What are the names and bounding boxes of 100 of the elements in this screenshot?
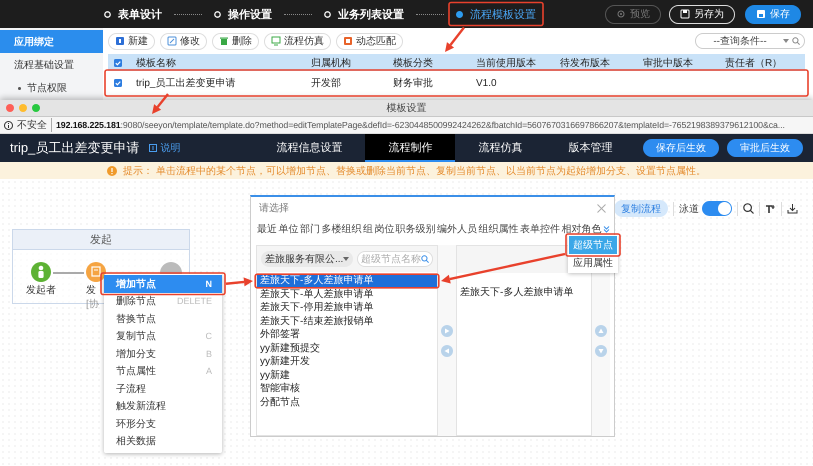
dialog-tab[interactable]: 组 [362, 222, 373, 236]
tab[interactable]: 流程制作 [365, 134, 456, 162]
circle-icon [104, 10, 111, 18]
checkbox[interactable] [114, 79, 122, 87]
annotation-arrow [152, 93, 169, 114]
document-icon [115, 36, 125, 46]
monitor-icon [271, 36, 281, 46]
menu-item[interactable]: 节点属性 A [104, 362, 222, 380]
toolbar-button[interactable]: 新建 [108, 32, 155, 50]
list-item[interactable]: 智能审核 [257, 383, 303, 395]
node-label: 发 [86, 284, 96, 297]
table-cell-text: 开发部 [310, 76, 342, 90]
query-dropdown[interactable]: --查询条件-- [695, 33, 805, 49]
step-tab[interactable]: 流程模板设置 [452, 4, 540, 24]
maximize-button[interactable] [32, 104, 40, 112]
dialog-tab[interactable]: 表单控件 [520, 222, 560, 236]
toolbar-button[interactable]: 删除 [212, 32, 259, 50]
dialog-tab[interactable]: 岗位 [374, 222, 394, 236]
checkbox[interactable] [114, 58, 122, 66]
menu-item[interactable]: 复制节点 C [104, 328, 222, 345]
dialog-tab[interactable]: 编外人员 [437, 222, 478, 236]
close-button[interactable] [6, 104, 14, 112]
sidebar-item[interactable]: 节点权限 [0, 76, 103, 100]
download-icon[interactable] [787, 203, 798, 214]
swimlane-toggle[interactable] [702, 201, 732, 216]
menu-item[interactable]: 子流程 [104, 380, 222, 398]
help-icon [149, 144, 158, 152]
menu-item[interactable]: 环形分支 [104, 415, 222, 432]
table-cell-text: 财务审批 [392, 76, 434, 90]
list-item[interactable]: 差旅天下-停用差旅申请单 [257, 302, 376, 314]
table-cell-text: V1.0 [475, 78, 498, 88]
menu-item[interactable]: 增加分支 B [104, 345, 222, 362]
column-header: 责任者（R） [724, 56, 784, 70]
list-item: 差旅天下-多人差旅申请单 [459, 287, 574, 299]
step-tab[interactable]: 表单设计 [100, 4, 166, 24]
lane-title: 发起 [13, 230, 189, 250]
sidebar-item[interactable]: 流程基础设置 [0, 53, 103, 77]
toolbar-button[interactable]: 流程仿真 [264, 32, 331, 50]
warning-icon [107, 166, 118, 176]
swimlane-label: 泳道 [679, 202, 699, 216]
menu-item[interactable]: 触发新流程 [104, 398, 222, 415]
save-icon [756, 9, 766, 19]
pencil-icon [167, 36, 177, 46]
step-tab[interactable]: 操作设置 [210, 4, 276, 24]
caret-icon [343, 257, 350, 261]
chevron-icon[interactable] [602, 226, 610, 232]
dialog-tab[interactable]: 最近 [257, 222, 277, 236]
info-icon [4, 120, 13, 130]
trash-icon [219, 36, 229, 46]
save-icon [680, 9, 690, 19]
security-label: 不安全 [17, 118, 52, 132]
step-tab[interactable]: 业务列表设置 [320, 4, 408, 24]
toolbar-button[interactable]: 修改 [160, 32, 207, 50]
dialog-tab[interactable]: 部门 [300, 222, 320, 236]
tab[interactable]: 流程信息设置 [253, 134, 366, 162]
circle-icon [214, 10, 221, 18]
dialog-tab[interactable]: 组织属性 [478, 222, 519, 236]
hint-text: 提示： 单击流程中的某个节点，可以增加节点、替换或删除当前节点、复制当前节点、以当前节点为起始增加分支、设置节点属性。 [123, 164, 706, 178]
list-item[interactable]: yy新建 [257, 370, 293, 382]
search-field[interactable]: 超级节点名称 [357, 251, 433, 267]
eye-icon [616, 9, 626, 19]
list-item[interactable]: 外部签署 [257, 329, 303, 341]
window-title: 模板设置 [386, 102, 426, 115]
list-item[interactable]: 差旅天下-结束差旅报销单 [257, 316, 376, 328]
menu-item[interactable]: 删除节点 DELETE [104, 292, 222, 310]
dialog-tab[interactable]: 单位 [278, 222, 298, 236]
column-header: 当前使用版本 [475, 56, 537, 70]
search-icon [792, 37, 800, 45]
search-icon [421, 255, 429, 263]
list-item[interactable]: yy新建开发 [257, 356, 313, 368]
text-format-icon[interactable] [765, 204, 776, 214]
node-sublabel: [协 [86, 298, 99, 311]
org-dropdown[interactable]: 差旅服务有限公... [261, 251, 353, 267]
list-item[interactable]: 差旅天下-单人差旅申请单 [257, 288, 376, 300]
help-link[interactable]: 说明 [149, 141, 180, 155]
list-item[interactable]: 差旅天下-多人差旅申请单 [257, 275, 437, 287]
menu-item[interactable]: 替换节点 [104, 310, 222, 328]
page-title: trip_员工出差变更申请 [10, 139, 140, 157]
column-header: 模板分类 [392, 56, 434, 70]
dialog-tab[interactable]: 职务级别 [396, 222, 436, 236]
toolbar-button[interactable]: 动态匹配 [336, 32, 403, 50]
tab[interactable]: 版本管理 [545, 134, 636, 162]
table-cell-text: trip_员工出差变更申请 [135, 76, 236, 90]
caret-icon [783, 39, 789, 43]
column-header: 审批中版本 [642, 56, 694, 70]
menu-item[interactable]: 相关数据 [104, 432, 222, 450]
toolbar-button[interactable]: 保存 [745, 4, 801, 24]
list-item[interactable]: yy新建预提交 [257, 342, 323, 354]
list-item[interactable]: 分配节点 [257, 396, 303, 408]
minimize-button[interactable] [19, 104, 27, 112]
address-field[interactable]: 192.168.225.181:9080/seeyon/template/template.do?method=editTemplatePage&defId=-6230448500992424262&fbatchId=5607670316697866207&templateId=-7652198389379612100&ca... [56, 120, 785, 130]
column-header: 待发布版本 [559, 56, 611, 70]
tab[interactable]: 流程仿真 [455, 134, 546, 162]
dialog-tab[interactable]: 多楼组织 [321, 222, 362, 236]
close-icon[interactable] [597, 204, 606, 212]
search-icon[interactable] [743, 203, 754, 214]
bullet-icon [18, 86, 21, 90]
toolbar-button[interactable]: 另存为 [669, 4, 735, 24]
dialog-tab[interactable]: 相对角色 [562, 222, 602, 236]
grid-icon [343, 36, 353, 46]
